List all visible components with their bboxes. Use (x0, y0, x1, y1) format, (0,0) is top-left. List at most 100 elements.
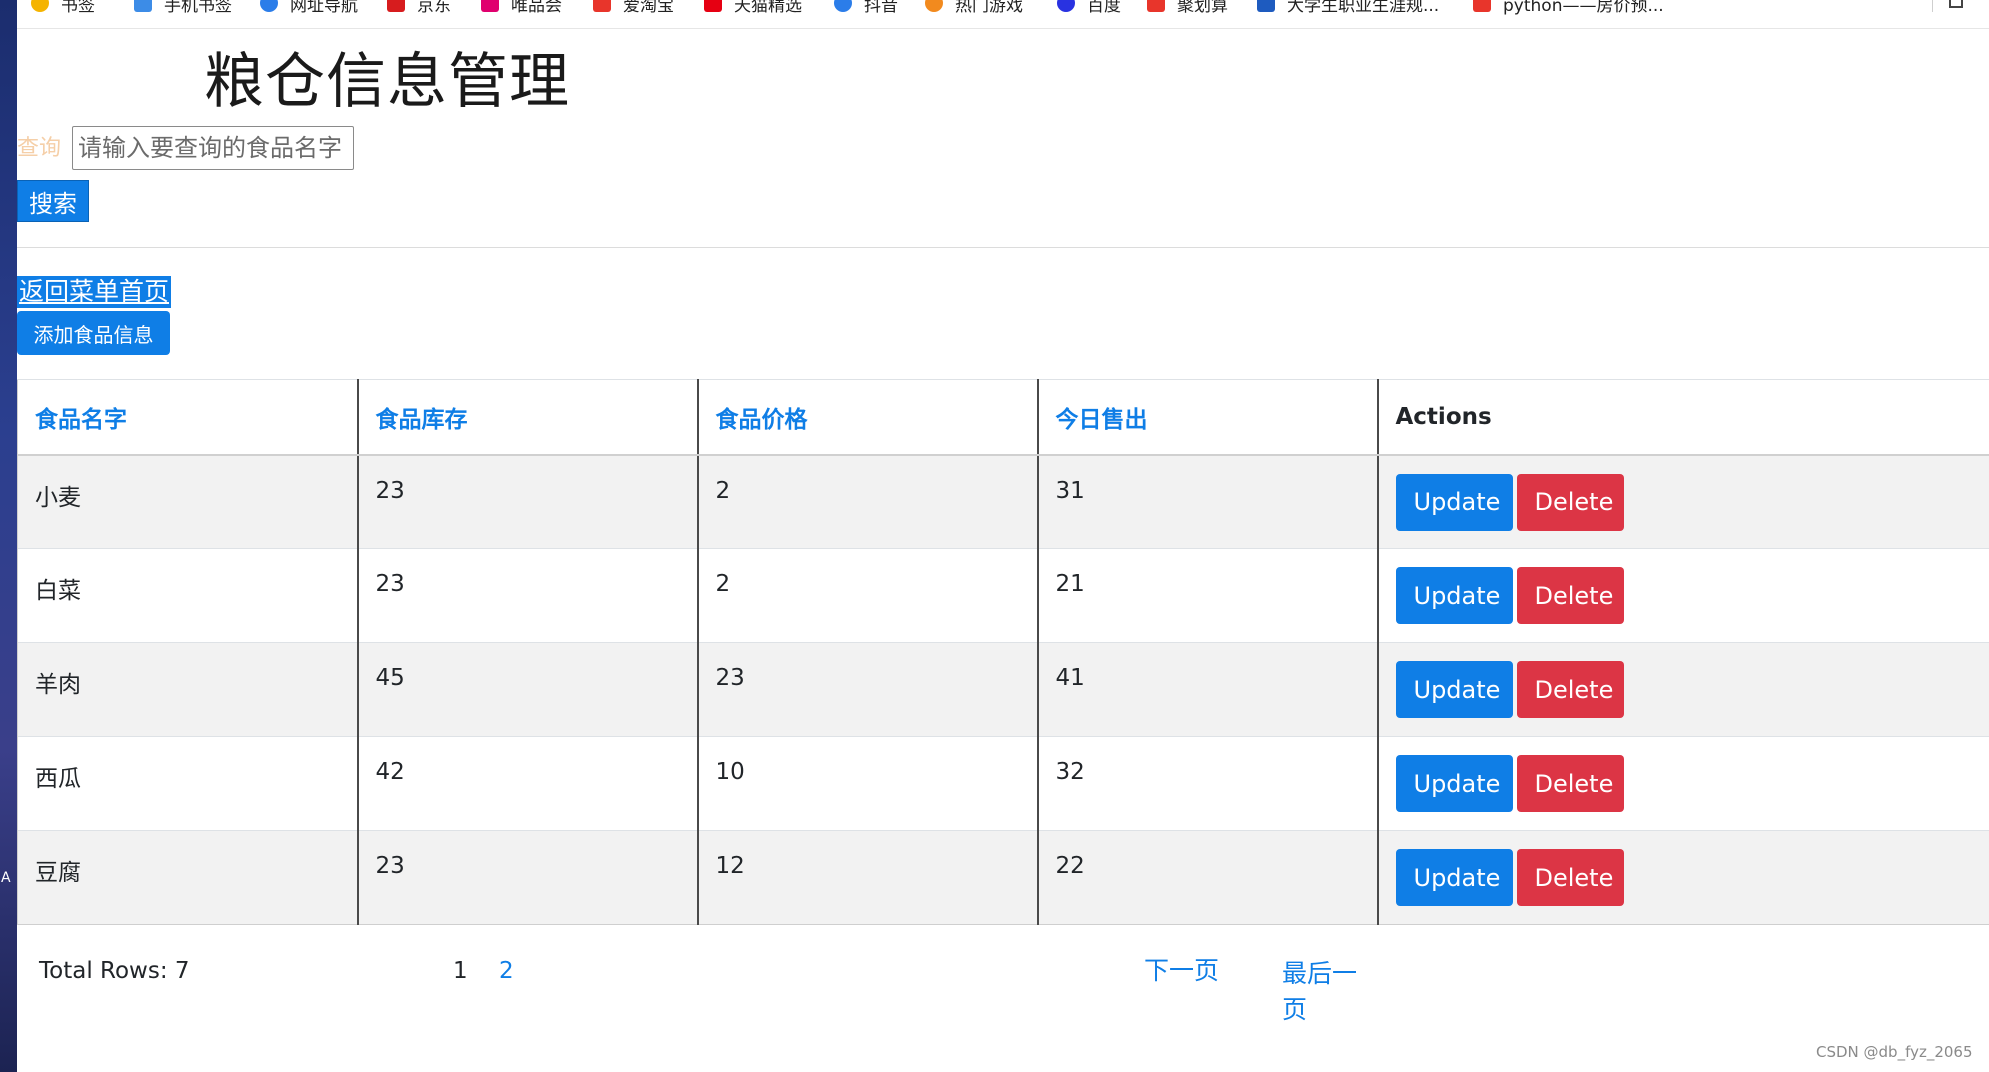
star-icon (31, 0, 49, 12)
cell-name: 豆腐 (17, 830, 358, 925)
column-header-sold[interactable]: 今日售出 (1036, 379, 1378, 456)
bookmark-mobile[interactable]: 手机书签 (134, 0, 232, 16)
update-button[interactable]: Update (1395, 849, 1513, 906)
taobao-logo-icon (593, 0, 611, 12)
bookmark-tmall[interactable]: 天猫精选 (704, 0, 802, 16)
bookmark-label: 百度 (1087, 0, 1121, 16)
bookmark-label: 大学生职业生涯规... (1287, 0, 1440, 16)
divider (17, 247, 1989, 248)
update-button[interactable]: Update (1395, 567, 1513, 624)
bookmark-douyin[interactable]: 抖音 (834, 0, 898, 16)
table-row: 羊肉 45 23 41 Update Delete (17, 642, 1989, 737)
cell-sold: 21 (1036, 548, 1378, 643)
cell-price: 2 (696, 548, 1038, 643)
jd-logo-icon (387, 0, 405, 12)
bookmark-jd[interactable]: 京东 (387, 0, 451, 16)
cell-name: 白菜 (17, 548, 358, 643)
bookmark-label: 抖音 (864, 0, 898, 16)
pagination-page-current: 1 (453, 958, 468, 984)
bookmark-baidu[interactable]: 百度 (1057, 0, 1121, 16)
search-input[interactable] (72, 126, 354, 170)
add-food-button[interactable]: 添加食品信息 (17, 311, 170, 355)
update-button[interactable]: Update (1395, 473, 1513, 531)
back-to-menu-link[interactable]: 返回菜单首页 (17, 276, 172, 308)
cell-price: 10 (696, 736, 1038, 831)
next-page-link[interactable]: 下一页 (1144, 956, 1219, 986)
cell-stock: 23 (356, 548, 698, 643)
bookmark-label: 京东 (417, 0, 451, 16)
cell-name: 小麦 (17, 454, 358, 549)
juhuasuan-logo-icon (1147, 0, 1165, 12)
cell-sold: 22 (1036, 830, 1378, 925)
phone-icon (134, 0, 152, 12)
cell-actions: Update Delete (1376, 736, 1989, 831)
bookmark-label: 唯品会 (511, 0, 562, 16)
table-row: 豆腐 23 12 22 Update Delete (17, 830, 1989, 925)
desktop-background-strip: A (0, 0, 17, 1072)
cell-stock: 42 (356, 736, 698, 831)
delete-button[interactable]: Delete (1516, 567, 1624, 624)
table-row: 西瓜 42 10 32 Update Delete (17, 736, 1989, 831)
bookmark-label: 爱淘宝 (623, 0, 674, 16)
delete-button[interactable]: Delete (1516, 661, 1624, 718)
watermark: CSDN @db_fyz_2065 (1816, 1043, 1973, 1061)
cell-price: 12 (696, 830, 1038, 925)
bookmark-juhuasuan[interactable]: 聚划算 (1147, 0, 1228, 16)
bookmark-career[interactable]: 大学生职业生涯规... (1257, 0, 1440, 16)
reading-list-icon[interactable] (1949, 0, 1963, 8)
cell-name: 西瓜 (17, 736, 358, 831)
delete-button[interactable]: Delete (1516, 755, 1624, 812)
cell-sold: 31 (1036, 454, 1378, 549)
ie-icon (834, 0, 852, 12)
delete-button[interactable]: Delete (1516, 473, 1624, 531)
pagination-page-link[interactable]: 2 (499, 956, 514, 986)
cell-name: 羊肉 (17, 642, 358, 737)
bookmark-games[interactable]: 热门游戏 (925, 0, 1023, 16)
cell-price: 2 (696, 454, 1038, 549)
cell-actions: Update Delete (1376, 454, 1989, 549)
column-header-actions: Actions (1376, 379, 1989, 456)
browser-page: A 书签 手机书签 网址导航 京东 唯品会 爱淘宝 天猫精选 抖音 热门游戏 百… (0, 0, 1989, 1072)
table-header-row: 食品名字 食品库存 食品价格 今日售出 Actions (17, 379, 1989, 456)
ie-icon (260, 0, 278, 12)
cell-sold: 32 (1036, 736, 1378, 831)
bookmark-label: 热门游戏 (955, 0, 1023, 16)
column-header-stock[interactable]: 食品库存 (356, 379, 698, 456)
bookmark-label: 聚划算 (1177, 0, 1228, 16)
bookmark-aitaobao[interactable]: 爱淘宝 (593, 0, 674, 16)
table-row: 小麦 23 2 31 Update Delete (17, 454, 1989, 549)
column-header-price[interactable]: 食品价格 (696, 379, 1038, 456)
column-header-name[interactable]: 食品名字 (17, 379, 358, 456)
cell-actions: Update Delete (1376, 830, 1989, 925)
table-row: 白菜 23 2 21 Update Delete (17, 548, 1989, 643)
total-rows-text: Total Rows: 7 (39, 958, 190, 984)
bookmark-label: 网址导航 (290, 0, 358, 16)
last-page-link[interactable]: 最后一页 (1282, 956, 1362, 1028)
cell-stock: 45 (356, 642, 698, 737)
cell-price: 23 (696, 642, 1038, 737)
tmall-logo-icon (704, 0, 722, 12)
baidu-logo-icon (1057, 0, 1075, 12)
search-button[interactable]: 搜索 (17, 180, 89, 222)
vip-logo-icon (481, 0, 499, 12)
cell-stock: 23 (356, 830, 698, 925)
bookmark-vip[interactable]: 唯品会 (481, 0, 562, 16)
bookmarks-bar: 书签 手机书签 网址导航 京东 唯品会 爱淘宝 天猫精选 抖音 热门游戏 百度 … (17, 0, 1989, 29)
page-icon (1473, 0, 1491, 12)
update-button[interactable]: Update (1395, 755, 1513, 812)
bookmark-label: 手机书签 (164, 0, 232, 16)
bookmarks-separator (1932, 0, 1933, 12)
bookmark-shuqian[interactable]: 书签 (31, 0, 95, 16)
game-icon (925, 0, 943, 12)
update-button[interactable]: Update (1395, 661, 1513, 718)
cell-stock: 23 (356, 454, 698, 549)
query-label: 查询 (17, 136, 62, 161)
cell-actions: Update Delete (1376, 548, 1989, 643)
desktop-glyph: A (1, 870, 11, 886)
bookmark-nav[interactable]: 网址导航 (260, 0, 358, 16)
cell-actions: Update Delete (1376, 642, 1989, 737)
delete-button[interactable]: Delete (1516, 849, 1624, 906)
bookmark-label: python——房价预... (1503, 0, 1664, 16)
bookmark-python[interactable]: python——房价预... (1473, 0, 1664, 16)
cell-sold: 41 (1036, 642, 1378, 737)
